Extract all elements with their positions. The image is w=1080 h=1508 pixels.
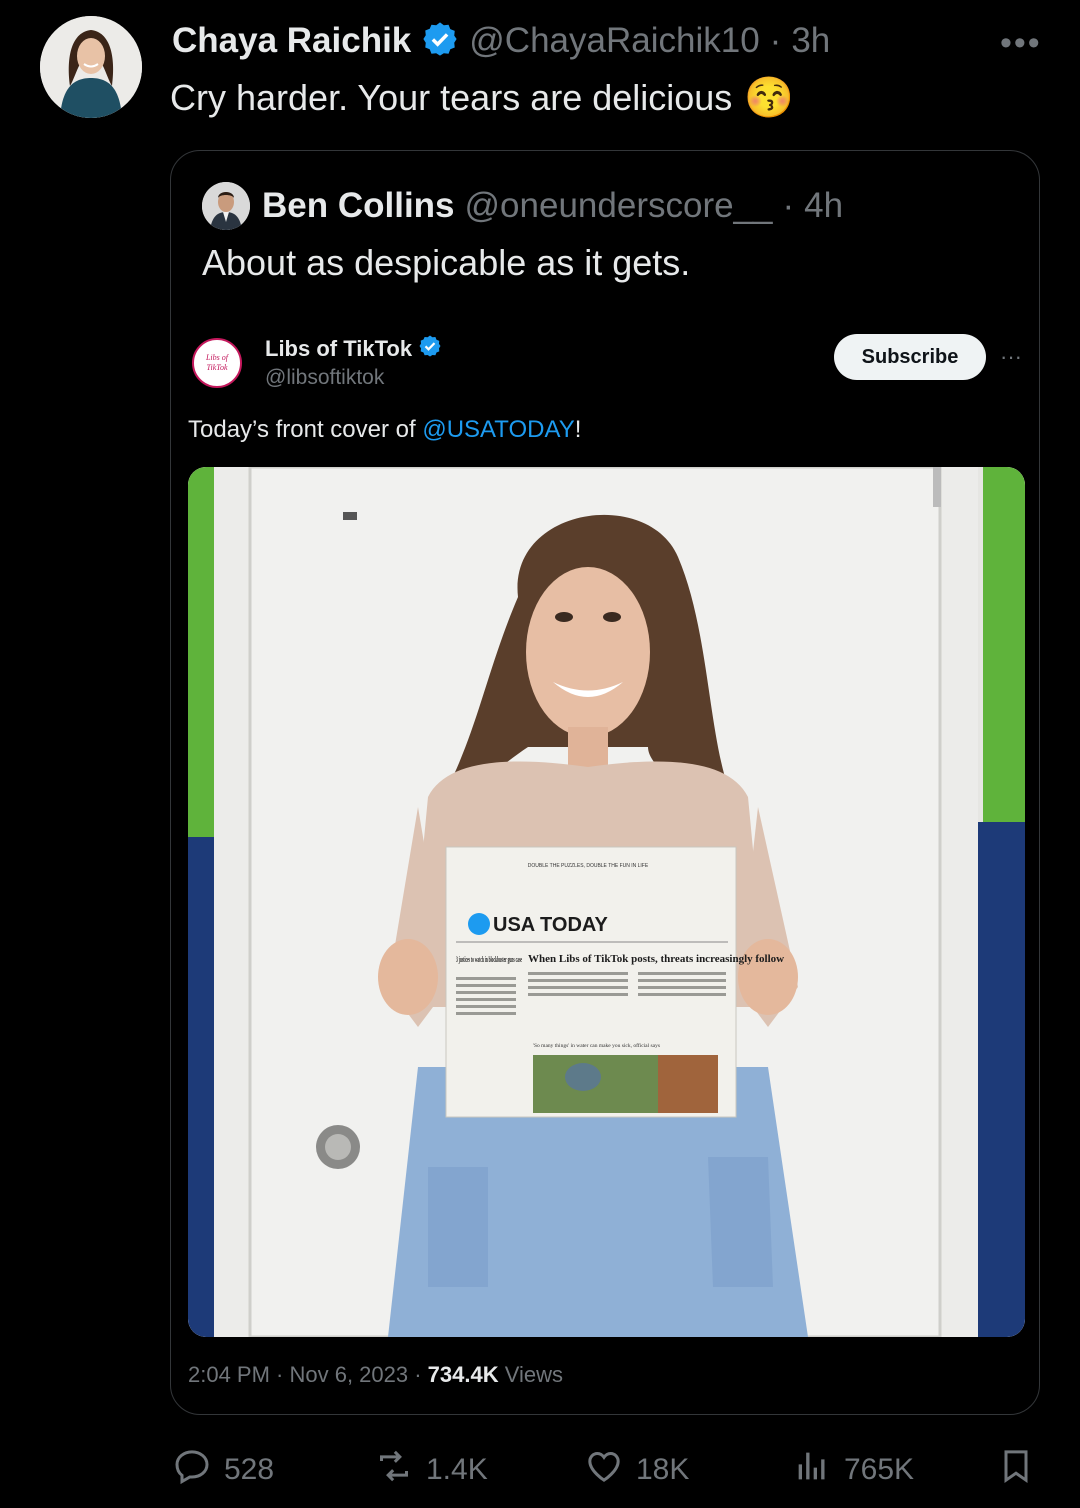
newspaper-headline: When Libs of TikTok posts, threats incre… xyxy=(528,953,784,965)
bookmark-button[interactable] xyxy=(996,1446,1036,1494)
author-handle[interactable]: @ChayaRaichik10 xyxy=(469,21,759,61)
avatar-logo-text-2: TikTok xyxy=(206,363,227,372)
tweet-text: Cry harder. Your tears are delicious 😚 xyxy=(170,74,794,121)
views-button[interactable]: 765K xyxy=(792,1446,914,1494)
like-button[interactable]: 18K xyxy=(584,1446,689,1494)
verified-badge-icon xyxy=(421,20,459,63)
repost-icon xyxy=(374,1446,414,1494)
repost-button[interactable]: 1.4K xyxy=(374,1446,488,1494)
kissing-face-emoji-icon: 😚 xyxy=(744,76,795,120)
author-avatar[interactable] xyxy=(40,16,142,118)
quote-author-avatar[interactable] xyxy=(202,182,250,230)
reply-count: 528 xyxy=(224,1453,275,1486)
timestamp: 2:04 PM · Nov 6, 2023 · xyxy=(188,1362,428,1387)
repost-count: 1.4K xyxy=(426,1453,488,1486)
more-options-icon[interactable]: ••• xyxy=(1000,24,1042,63)
reply-icon xyxy=(172,1446,212,1494)
like-icon xyxy=(584,1446,624,1494)
reply-button[interactable]: 528 xyxy=(172,1446,274,1494)
views-label: Views xyxy=(498,1362,564,1387)
subscribe-button[interactable]: Subscribe xyxy=(834,334,986,380)
quote-author-handle[interactable]: @oneunderscore__ xyxy=(465,186,773,226)
author-name[interactable]: Chaya Raichik xyxy=(172,21,411,61)
embedded-author-name-row: Libs of TikTok xyxy=(265,334,442,364)
mention-link[interactable]: @USATODAY xyxy=(422,416,574,443)
embedded-author-handle[interactable]: @libsoftiktok xyxy=(265,366,384,390)
like-count: 18K xyxy=(636,1453,690,1486)
tweet-header: Chaya Raichik @ChayaRaichik10 · 3h xyxy=(172,18,830,64)
views-count: 734.4K xyxy=(427,1362,499,1387)
embedded-tweet-text: Today’s front cover of @USATODAY! xyxy=(188,416,581,444)
newspaper-caption: 'So many things' in water can make you s… xyxy=(533,1042,660,1049)
quote-header: Ben Collins @oneunderscore__ · 4h xyxy=(262,182,843,230)
separator-dot: · xyxy=(769,21,782,60)
views-icon xyxy=(792,1446,832,1494)
quote-author-name[interactable]: Ben Collins xyxy=(262,186,455,226)
embedded-author-name[interactable]: Libs of TikTok xyxy=(265,336,412,362)
embedded-text-prefix: Today’s front cover of xyxy=(188,416,423,443)
bookmark-icon xyxy=(996,1446,1036,1494)
newspaper-masthead: USA TODAY xyxy=(493,914,609,936)
tweet-time[interactable]: 3h xyxy=(791,21,830,61)
quote-text: About as despicable as it gets. xyxy=(202,242,691,283)
tweet-photo[interactable]: DOUBLE THE PUZZLES, DOUBLE THE FUN IN LI… xyxy=(188,467,1025,1337)
embedded-more-icon[interactable]: ··· xyxy=(1000,344,1022,370)
newspaper-banner: DOUBLE THE PUZZLES, DOUBLE THE FUN IN LI… xyxy=(528,863,649,869)
newspaper-side-headline: 3 justices to watch in blockbuster guns … xyxy=(456,955,522,964)
avatar-logo-text-1: Libs of xyxy=(205,353,230,362)
embedded-author-avatar[interactable]: Libs of TikTok xyxy=(192,338,242,388)
quote-time[interactable]: 4h xyxy=(804,186,843,226)
verified-badge-icon xyxy=(418,334,442,364)
separator-dot: · xyxy=(782,186,795,225)
tweet-meta: 2:04 PM · Nov 6, 2023 · 734.4K Views xyxy=(188,1362,563,1388)
views-total: 765K xyxy=(844,1453,915,1486)
embedded-text-suffix: ! xyxy=(574,416,582,443)
tweet-body: Cry harder. Your tears are delicious xyxy=(170,76,733,118)
